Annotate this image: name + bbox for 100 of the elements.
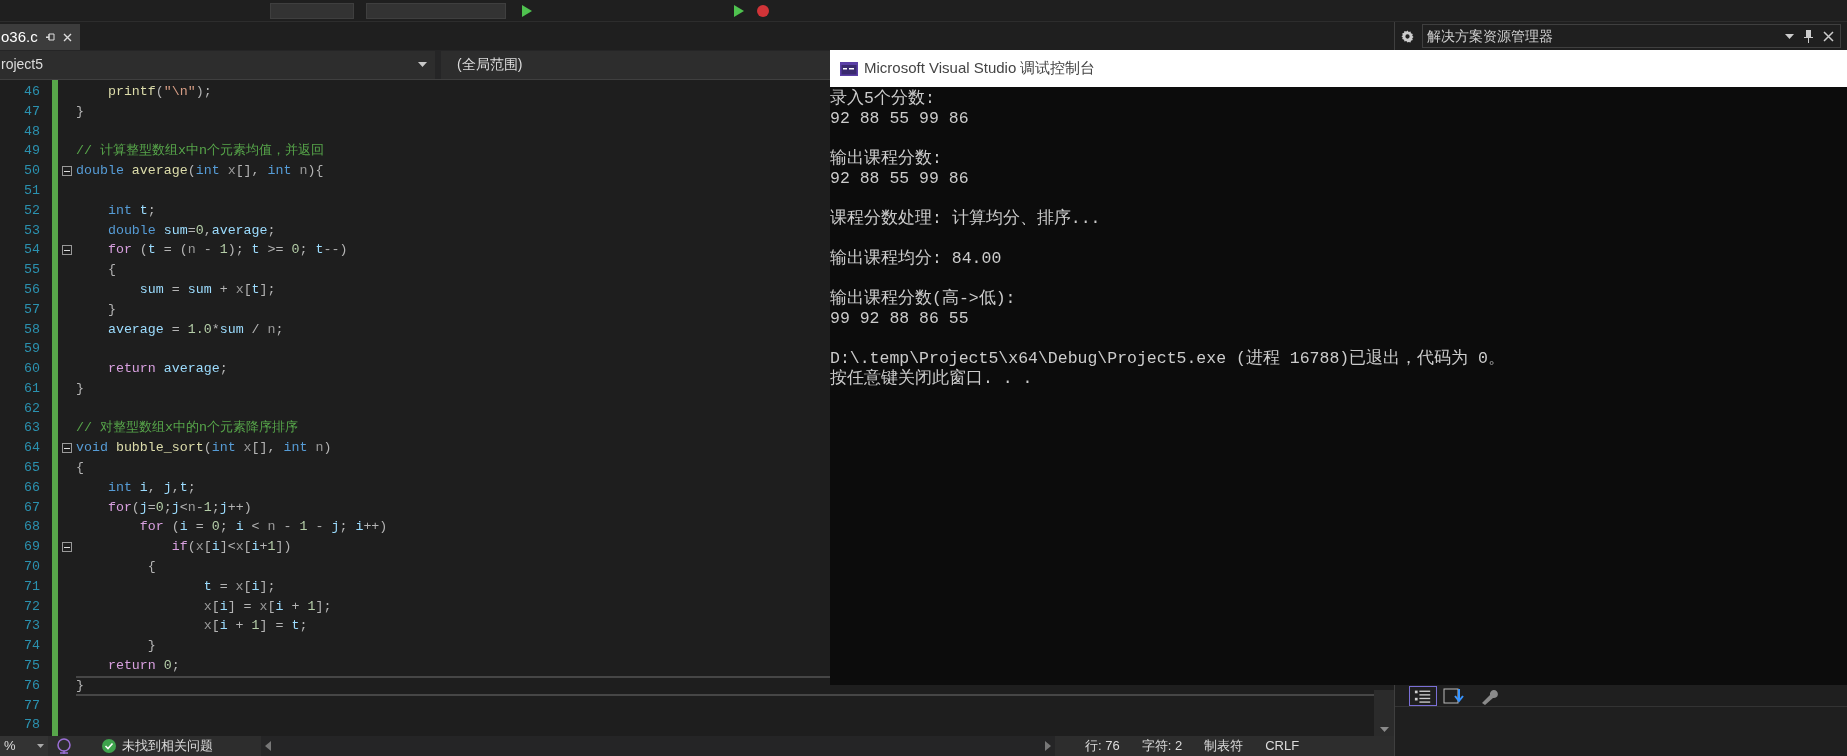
console-line: 输出课程分数(高->低): [830,289,1017,309]
vertical-scrollbar[interactable] [1374,690,1394,736]
zoom-dropdown[interactable]: % [0,736,48,756]
line-number: 64 [23,439,41,458]
line-number: 47 [23,102,41,121]
console-line: 按任意键关闭此窗口. . . [830,369,1034,389]
code-line: double sum=0,average; [106,221,276,240]
console-icon [840,61,858,76]
caret-icon [37,744,44,748]
line-number: 55 [23,261,41,280]
line-number: 58 [23,320,41,339]
pin-icon[interactable] [1804,29,1813,43]
line-number: 53 [23,221,41,240]
code-line: average = 1.0*sum / n; [106,320,284,339]
settings-icon[interactable] [1401,29,1414,43]
check-icon [102,739,116,753]
line-number: 57 [23,300,41,319]
console-line: 输出课程分数: [830,149,943,169]
sync-icon[interactable] [1443,685,1465,706]
code-line: return average; [106,360,228,379]
line-number: 48 [23,122,41,141]
collapse-icon[interactable] [62,245,72,256]
console-line: 92 88 55 99 86 [830,169,970,189]
code-line: t = x[i]; [202,577,276,596]
line-number: 76 [23,676,41,695]
code-line: { [146,558,156,577]
code-line: printf("\n"); [106,82,212,101]
code-line: if(x[i]<x[i+1]) [170,538,292,557]
line-number: 63 [23,419,41,438]
line-number: 60 [23,360,41,379]
console-line: 输出课程均分: 84.00 [830,249,1003,269]
pin-icon[interactable] [45,32,55,42]
line-number: 71 [23,577,41,596]
console-line: 92 88 55 99 86 [830,109,970,129]
code-line: } [76,379,84,398]
code-line: for (t = (n - 1); t >= 0; t--) [106,241,348,260]
code-line: for(j=0;j<n-1;j++) [106,498,252,517]
code-line: // 对整型数组x中的n个元素降序排序 [76,419,298,438]
code-line: for (i = 0; i < n - 1 - j; i++) [138,518,388,537]
file-tab[interactable]: o36.c [0,24,80,50]
console-line: 课程分数处理: 计算均分、排序... [830,209,1102,229]
code-line: { [76,459,84,478]
collapse-icon[interactable] [62,542,72,553]
code-line: // 计算整型数组x中n个元素均值，并返回 [76,142,324,161]
code-line: { [106,261,116,280]
project-name: roject5 [1,55,44,74]
line-number: 72 [23,597,41,616]
line-number: 49 [23,142,41,161]
caret-icon [418,62,427,67]
line-number: 51 [23,181,41,200]
collapse-icon[interactable] [62,166,72,177]
list-icon[interactable] [1409,685,1437,706]
project-dropdown[interactable]: roject5 [0,50,435,79]
panel-title: 解决方案资源管理器 [1427,26,1553,46]
code-line: int t; [106,201,156,220]
horizontal-scrollbar[interactable] [261,736,1055,756]
code-line: x[i] = x[i + 1]; [202,597,332,616]
console-line: 99 92 88 86 55 [830,309,970,329]
line-number: 50 [23,162,41,181]
window-title: Microsoft Visual Studio 调试控制台 [864,58,1096,79]
line-number: 68 [23,518,41,537]
line-number: 73 [23,617,41,636]
code-line: } [76,676,84,695]
console-line: D:\.temp\Project5\x64\Debug\Project5.exe (进程 16788)已退出，代码为 0。 [830,349,1506,368]
line-number: 70 [23,558,41,577]
console-line: 录入5个分数: [830,89,936,109]
char-position[interactable]: 字符: 2 [1141,736,1183,756]
line-number: 78 [23,716,41,735]
play-icon[interactable] [522,4,532,17]
code-line: sum = sum + x[t]; [138,280,276,299]
play-icon[interactable] [734,4,744,17]
line-position[interactable]: 行: 76 [1085,736,1120,756]
line-number: 56 [23,280,41,299]
line-number: 59 [23,340,41,359]
code-line: } [76,102,84,121]
line-number: 67 [23,498,41,517]
line-number: 54 [23,241,41,260]
scroll-down-icon[interactable] [1379,727,1389,732]
line-number: 46 [23,82,41,101]
caret-icon[interactable] [1785,33,1794,39]
close-icon[interactable] [1823,30,1834,42]
close-icon[interactable] [62,32,72,42]
scroll-left-icon[interactable] [265,741,271,751]
line-number: 65 [23,459,41,478]
scope-dropdown[interactable]: (全局范围) [441,50,831,79]
scroll-right-icon[interactable] [1045,741,1051,751]
code-line: double average(int x[], int n){ [76,162,324,181]
line-ending[interactable]: CRLF [1265,736,1300,756]
code-line: int i, j,t; [106,478,196,497]
stop-icon[interactable] [756,3,770,18]
code-line: x[i + 1] = t; [202,617,308,636]
line-number: 66 [23,478,41,497]
issues-status[interactable]: 未找到相关问题 [122,736,213,756]
line-number: 77 [23,696,41,715]
indent-mode[interactable]: 制表符 [1204,736,1244,756]
collapse-icon[interactable] [62,443,72,454]
code-line: return 0; [106,657,180,676]
line-number: 61 [23,379,41,398]
line-number: 69 [23,538,41,557]
code-line: } [146,637,156,656]
